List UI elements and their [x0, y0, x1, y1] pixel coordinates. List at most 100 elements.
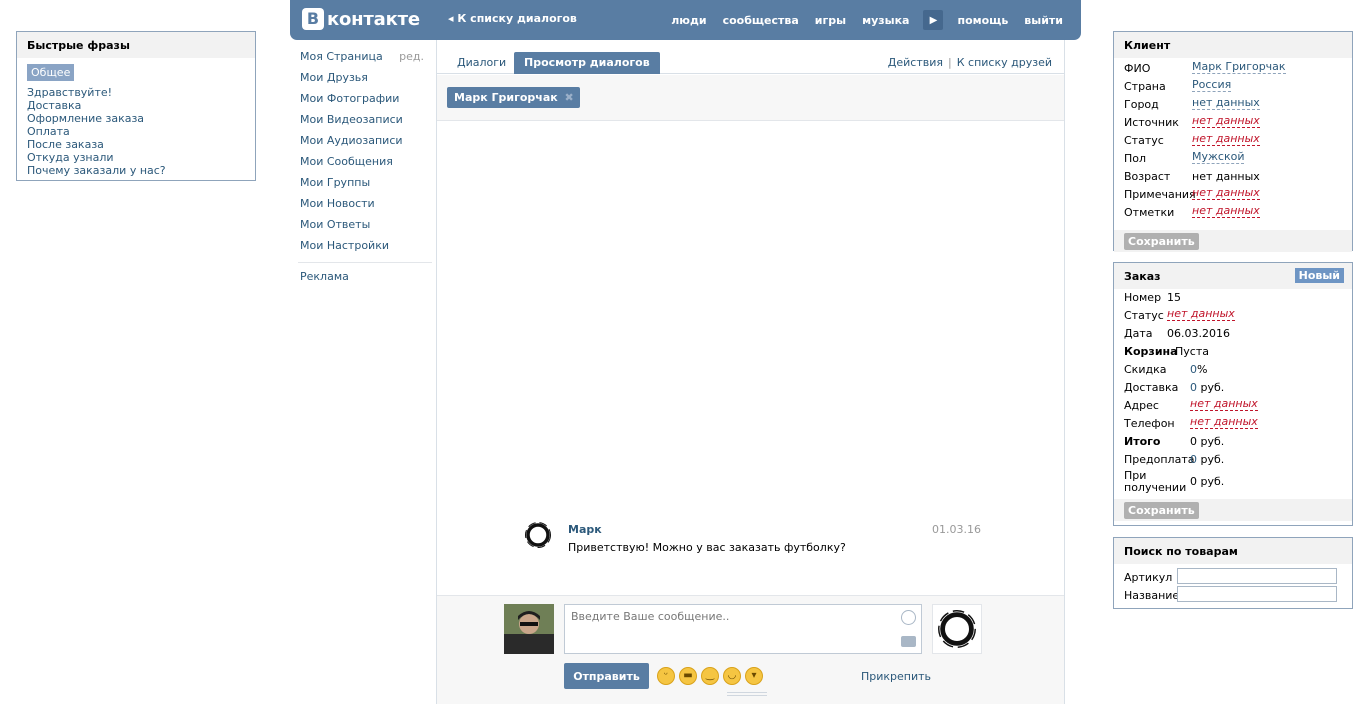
camera-icon[interactable] — [901, 636, 916, 647]
sidebar-item-answers[interactable]: Мои Ответы — [290, 214, 432, 235]
client-age-label: Возраст — [1124, 170, 1171, 183]
nav-help[interactable]: помощь — [957, 14, 1008, 27]
nav-communities[interactable]: сообщества — [723, 14, 799, 27]
sidebar-nav: Моя Страница ред. Мои Друзья Мои Фотограф… — [290, 46, 432, 287]
quick-phrase-item[interactable]: Оплата — [27, 125, 255, 138]
attach-link[interactable]: Прикрепить — [861, 670, 931, 683]
order-total-value: 0 руб. — [1190, 435, 1225, 448]
order-save-button[interactable]: Сохранить — [1124, 502, 1199, 519]
message-text: Приветствую! Можно у вас заказать футбол… — [568, 541, 846, 554]
message-item: Марк 01.03.16 Приветствую! Можно у вас з… — [523, 520, 983, 560]
order-total-label: Итого — [1124, 435, 1161, 448]
peer-avatar[interactable] — [932, 604, 982, 654]
article-input[interactable] — [1177, 568, 1337, 584]
sidebar-item-audio[interactable]: Мои Аудиозаписи — [290, 130, 432, 151]
quick-phrase-item[interactable]: Почему заказали у нас? — [27, 164, 255, 177]
order-prepay-label: Предоплата — [1124, 453, 1195, 466]
order-prepay-value[interactable]: 0 — [1190, 453, 1197, 466]
nav-music[interactable]: музыка — [862, 14, 909, 27]
peer-bar: Марк Григорчак ✖ — [437, 75, 1064, 121]
order-onreceive-label-line2: получении — [1124, 481, 1187, 494]
order-delivery-value[interactable]: 0 — [1190, 381, 1197, 394]
sidebar-item-settings[interactable]: Мои Настройки — [290, 235, 432, 256]
order-discount-label: Скидка — [1124, 363, 1167, 376]
order-prepay-unit: руб. — [1197, 453, 1225, 466]
order-date-value: 06.03.2016 — [1167, 327, 1230, 340]
message-author[interactable]: Марк — [568, 523, 602, 536]
tabs-right-links: Действия | К списку друзей — [888, 52, 1052, 74]
client-gender-label: Пол — [1124, 152, 1147, 165]
dialog-main: Диалоги Просмотр диалогов Действия | К спи… — [436, 40, 1065, 704]
peer-name: Марк Григорчак — [454, 91, 558, 104]
emoji-laugh-icon[interactable]: ▾ — [745, 667, 763, 685]
sidebar-divider — [298, 262, 432, 263]
sidebar-item-my-page[interactable]: Моя Страница ред. — [290, 46, 432, 67]
order-address-value[interactable]: нет данных — [1190, 397, 1258, 411]
vk-logo[interactable]: В контакте — [302, 8, 420, 30]
sidebar-item-messages[interactable]: Мои Сообщения — [290, 151, 432, 172]
avatar[interactable] — [523, 520, 553, 550]
message-input[interactable]: Введите Ваше сообщение.. — [564, 604, 922, 654]
nav-logout[interactable]: выйти — [1024, 14, 1063, 27]
client-status-value[interactable]: нет данных — [1192, 132, 1260, 146]
client-city-label: Город — [1124, 98, 1159, 111]
quick-phrase-item[interactable]: Здравствуйте! — [27, 86, 255, 99]
client-gender-value[interactable]: Мужской — [1192, 150, 1245, 164]
order-delivery-unit: руб. — [1197, 381, 1225, 394]
order-discount-unit: % — [1197, 363, 1208, 376]
play-icon[interactable]: ▶ — [923, 10, 944, 30]
quick-phrase-item[interactable]: Доставка — [27, 99, 255, 112]
quick-phrases-panel: Быстрые фразы Общее Здравствуйте! Достав… — [16, 31, 256, 181]
order-onreceive-label: При получении — [1124, 470, 1186, 494]
order-cart-label: Корзина — [1124, 345, 1178, 358]
emoji-sunglasses-icon[interactable]: ▬ — [679, 667, 697, 685]
nav-people[interactable]: люди — [671, 14, 706, 27]
close-icon[interactable]: ✖ — [565, 91, 574, 104]
send-button[interactable]: Отправить — [564, 663, 649, 689]
quick-phrases-tag-general[interactable]: Общее — [27, 64, 75, 81]
client-notes-value[interactable]: нет данных — [1192, 186, 1260, 200]
product-search-title: Поиск по товарам — [1114, 538, 1352, 564]
sidebar-item-groups[interactable]: Мои Группы — [290, 172, 432, 193]
emoji-wink-icon[interactable]: ‿ — [701, 667, 719, 685]
client-save-button[interactable]: Сохранить — [1124, 233, 1199, 250]
tab-dialogs[interactable]: Диалоги — [447, 52, 516, 74]
client-fio-value[interactable]: Марк Григорчак — [1192, 60, 1286, 74]
client-age-value[interactable]: нет данных — [1192, 168, 1260, 186]
sidebar-item-friends[interactable]: Мои Друзья — [290, 67, 432, 88]
top-header: В контакте ◂ К списку диалогов люди сооб… — [290, 0, 1081, 40]
quick-phrases-title: Быстрые фразы — [17, 32, 255, 58]
order-status-value[interactable]: нет данных — [1167, 307, 1235, 321]
order-phone-value[interactable]: нет данных — [1190, 415, 1258, 429]
friends-list-link[interactable]: К списку друзей — [957, 56, 1052, 69]
peer-chip[interactable]: Марк Григорчак ✖ — [447, 87, 580, 108]
resize-grip[interactable] — [727, 692, 767, 693]
client-country-value[interactable]: Россия — [1192, 78, 1232, 92]
order-discount-value[interactable]: 0 — [1190, 363, 1197, 376]
order-address-label: Адрес — [1124, 399, 1159, 412]
order-save-bar: Сохранить — [1114, 499, 1352, 521]
quick-phrase-item[interactable]: Оформление заказа — [27, 112, 255, 125]
client-city-value[interactable]: нет данных — [1192, 96, 1260, 110]
name-input[interactable] — [1177, 586, 1337, 602]
client-marks-value[interactable]: нет данных — [1192, 204, 1260, 218]
order-status-badge[interactable]: Новый — [1294, 268, 1344, 283]
sidebar-item-videos[interactable]: Мои Видеозаписи — [290, 109, 432, 130]
sidebar-item-photos[interactable]: Мои Фотографии — [290, 88, 432, 109]
emoji-relieved-icon[interactable]: ᵕ — [657, 667, 675, 685]
order-date-label: Дата — [1124, 327, 1153, 340]
emoji-smile-icon[interactable]: ◡ — [723, 667, 741, 685]
order-delivery-label: Доставка — [1124, 381, 1179, 394]
actions-link[interactable]: Действия — [888, 56, 943, 69]
sidebar-item-news[interactable]: Мои Новости — [290, 193, 432, 214]
tab-view-dialogs[interactable]: Просмотр диалогов — [514, 52, 660, 74]
smile-icon[interactable] — [901, 610, 916, 625]
nav-games[interactable]: игры — [815, 14, 846, 27]
sidebar-item-ads[interactable]: Реклама — [290, 266, 432, 287]
back-to-dialogs-link[interactable]: ◂ К списку диалогов — [448, 12, 577, 25]
edit-link[interactable]: ред. — [399, 46, 424, 67]
my-avatar[interactable] — [504, 604, 554, 654]
quick-phrase-item[interactable]: Откуда узнали — [27, 151, 255, 164]
quick-phrase-item[interactable]: После заказа — [27, 138, 255, 151]
client-source-value[interactable]: нет данных — [1192, 114, 1260, 128]
